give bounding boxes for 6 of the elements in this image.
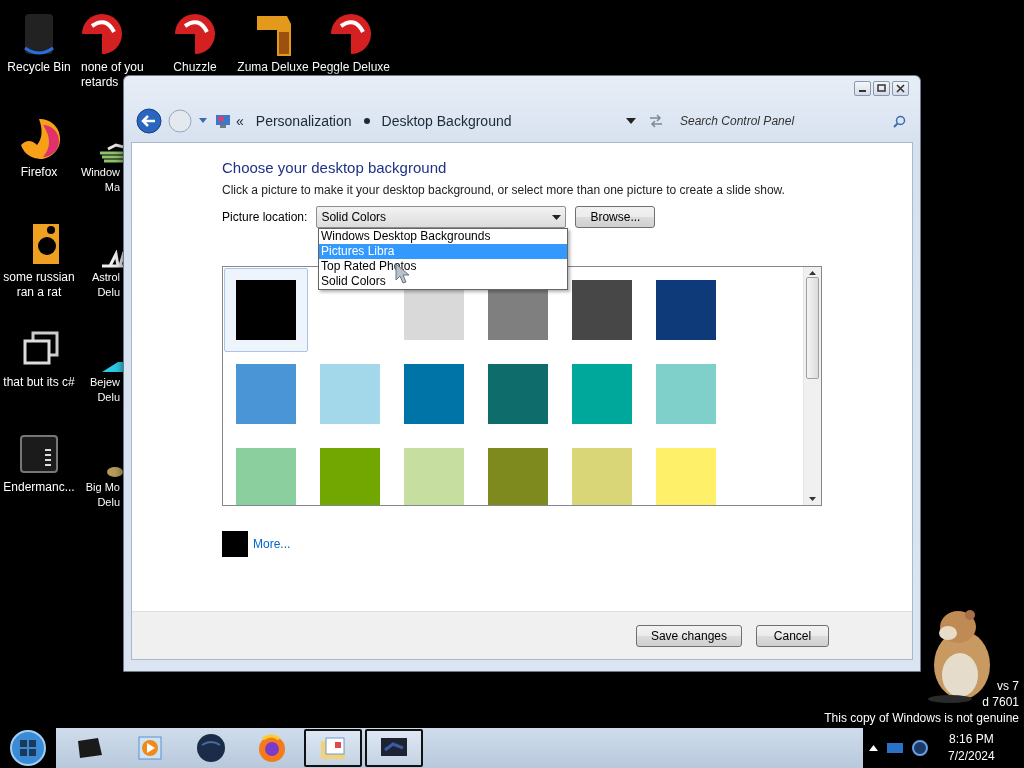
- description-text: Click a picture to make it your desktop background, or select more than one picture to create a slide show.: [222, 183, 786, 198]
- watermark-text: d 7601: [982, 694, 1019, 710]
- watermark-text: This copy of Windows is not genuine: [824, 710, 1019, 726]
- field-label: Picture location:: [222, 210, 308, 224]
- watermark-text: vs 7: [997, 678, 1019, 694]
- page-heading: Choose your desktop background: [222, 158, 448, 178]
